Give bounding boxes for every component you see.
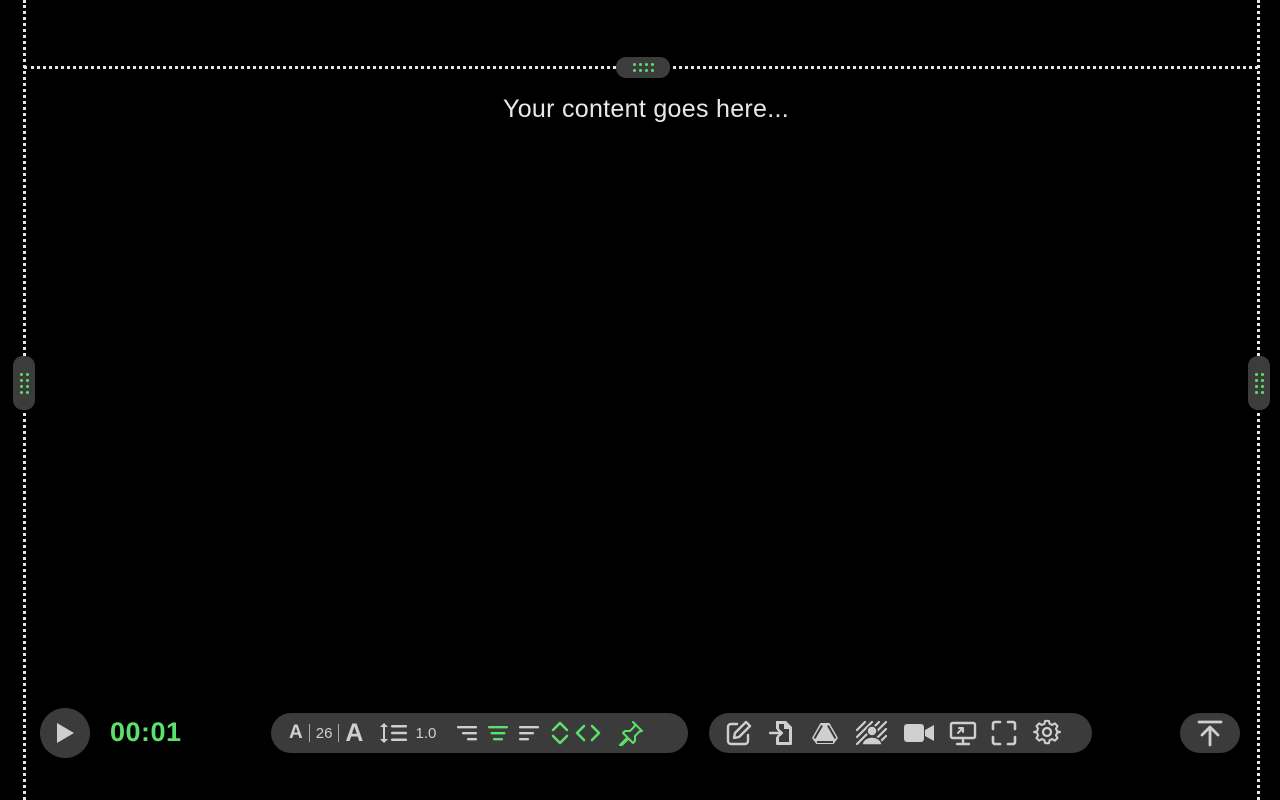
script-content-text[interactable]: Your content goes here...	[0, 95, 1280, 124]
flip-vertical-icon	[552, 721, 569, 745]
increase-font-size-button[interactable]: A	[345, 719, 363, 748]
grip-dots-icon	[1254, 372, 1264, 394]
edit-icon	[726, 720, 752, 746]
flip-horizontal-button[interactable]	[574, 723, 602, 743]
separator	[308, 724, 310, 742]
flip-horizontal-icon	[576, 724, 601, 742]
scroll-to-top-icon	[1197, 720, 1223, 747]
align-right-button[interactable]	[456, 723, 478, 743]
elapsed-timer: 00:01	[110, 717, 182, 747]
edit-script-button[interactable]	[725, 719, 753, 747]
import-file-button[interactable]	[769, 719, 795, 747]
camera-button[interactable]	[903, 722, 935, 744]
screen-share-icon	[949, 721, 977, 746]
align-left-icon	[519, 726, 540, 741]
play-button[interactable]	[40, 708, 90, 758]
google-drive-button[interactable]	[811, 721, 839, 745]
settings-button[interactable]	[1033, 719, 1061, 747]
play-icon	[57, 723, 74, 743]
teleprompter-stage: Your content goes here... 00:01 A 26 A 1…	[0, 0, 1280, 800]
line-height-value[interactable]: 1.0	[415, 725, 436, 742]
align-center-icon	[488, 726, 509, 741]
grip-dots-icon	[19, 372, 29, 394]
align-center-button[interactable]	[487, 723, 509, 743]
background-overlay-button[interactable]	[855, 720, 887, 746]
line-height-icon	[380, 723, 408, 743]
align-right-icon	[457, 726, 478, 741]
background-overlay-icon	[855, 720, 887, 746]
top-guide-drag-handle[interactable]	[616, 57, 670, 78]
google-drive-icon	[812, 723, 838, 744]
fullscreen-button[interactable]	[991, 720, 1017, 746]
left-margin-drag-handle[interactable]	[13, 356, 35, 410]
import-file-icon	[769, 721, 792, 745]
tools-toolbar	[709, 713, 1092, 753]
separator	[338, 724, 340, 742]
fullscreen-icon	[991, 720, 1017, 746]
settings-gear-icon	[1033, 719, 1061, 745]
format-toolbar: A 26 A 1.0	[271, 713, 688, 753]
decrease-font-size-button[interactable]: A	[289, 722, 303, 744]
video-camera-icon	[904, 724, 934, 742]
pin-button[interactable]	[618, 720, 644, 746]
line-height-button[interactable]	[379, 721, 409, 745]
screen-share-button[interactable]	[949, 720, 977, 746]
right-margin-drag-handle[interactable]	[1248, 356, 1270, 410]
font-size-value[interactable]: 26	[316, 725, 333, 742]
pin-icon	[619, 721, 644, 746]
align-left-button[interactable]	[518, 723, 540, 743]
scroll-to-top-button[interactable]	[1180, 713, 1240, 753]
grip-dots-icon	[632, 63, 654, 72]
flip-vertical-button[interactable]	[550, 720, 570, 746]
